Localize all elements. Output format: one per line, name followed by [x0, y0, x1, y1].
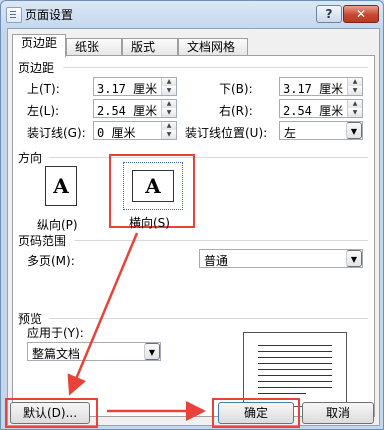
annotation-arrows — [67, 232, 206, 421]
page-setup-dialog: 页面设置 ? ✕ 页边距 纸张 版式 文档网格 页边距 上(T): 3.17 厘… — [0, 0, 384, 430]
arrow-to-default-icon — [67, 232, 139, 396]
tab-margins[interactable]: 页边距 — [12, 34, 66, 57]
